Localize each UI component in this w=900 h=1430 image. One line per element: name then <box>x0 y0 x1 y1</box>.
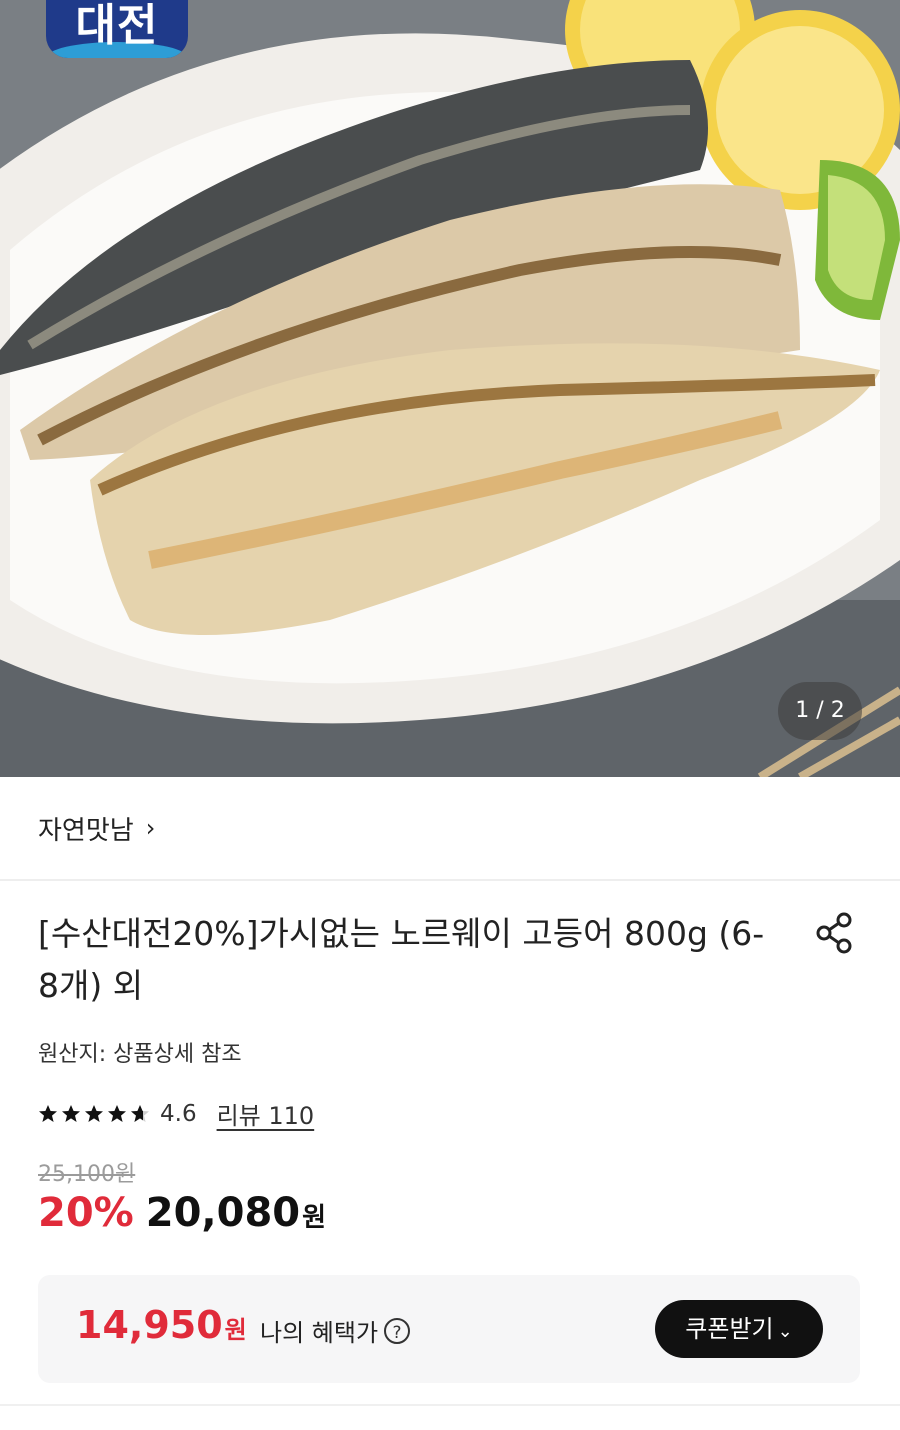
coupon-button[interactable]: 쿠폰받기 ⌄ <box>655 1300 823 1358</box>
image-counter: 1 / 2 <box>778 682 862 740</box>
rating-score: 4.6 <box>160 1100 197 1127</box>
star-icon <box>62 1104 80 1122</box>
coupon-button-label: 쿠폰받기 <box>685 1315 774 1343</box>
review-link[interactable]: 리뷰 110 <box>217 1096 315 1131</box>
sale-currency: 원 <box>302 1203 327 1233</box>
brand-link[interactable]: 자연맛남 › <box>38 810 155 847</box>
star-half-icon <box>131 1104 149 1122</box>
promo-badge: 대전 <box>46 0 188 58</box>
benefit-price-value: 14,950 <box>76 1303 223 1347</box>
benefit-price: 14,950 원 <box>76 1303 247 1347</box>
product-title: [수산대전20%]가시없는 노르웨이 고등어 800g (6-8개) 외 <box>38 914 765 1005</box>
star-icon <box>85 1104 103 1122</box>
rating-row: 4.6 리뷰 110 <box>38 1096 314 1131</box>
original-price: 25,100원 <box>38 1162 136 1187</box>
star-rating <box>38 1104 150 1124</box>
question-circle-icon[interactable]: ? <box>384 1317 411 1344</box>
benefit-price-box: 14,950 원 나의 혜택가 ? 쿠폰받기 ⌄ <box>38 1275 860 1383</box>
product-image-carousel[interactable]: 대전 1 / 2 <box>0 0 900 777</box>
star-icon <box>108 1104 126 1122</box>
share-icon[interactable] <box>812 910 858 956</box>
star-icon <box>39 1104 57 1122</box>
price-row: 20% 20,080 원 <box>38 1190 326 1236</box>
badge-text: 대전 <box>75 0 159 51</box>
sale-price: 20,080 <box>145 1190 301 1236</box>
discount-rate: 20% <box>38 1190 134 1236</box>
chevron-down-icon: ⌄ <box>777 1321 793 1342</box>
brand-row: 자연맛남 › <box>0 777 900 881</box>
chevron-right-icon: › <box>145 814 156 842</box>
product-image <box>0 0 900 777</box>
origin-info: 원산지: 상품상세 참조 <box>38 1042 242 1067</box>
section-divider <box>0 1404 900 1406</box>
brand-name: 자연맛남 <box>38 815 134 846</box>
benefit-label: 나의 혜택가 <box>260 1319 379 1347</box>
benefit-currency: 원 <box>224 1316 247 1344</box>
benefit-label-group: 나의 혜택가 ? <box>260 1313 411 1348</box>
